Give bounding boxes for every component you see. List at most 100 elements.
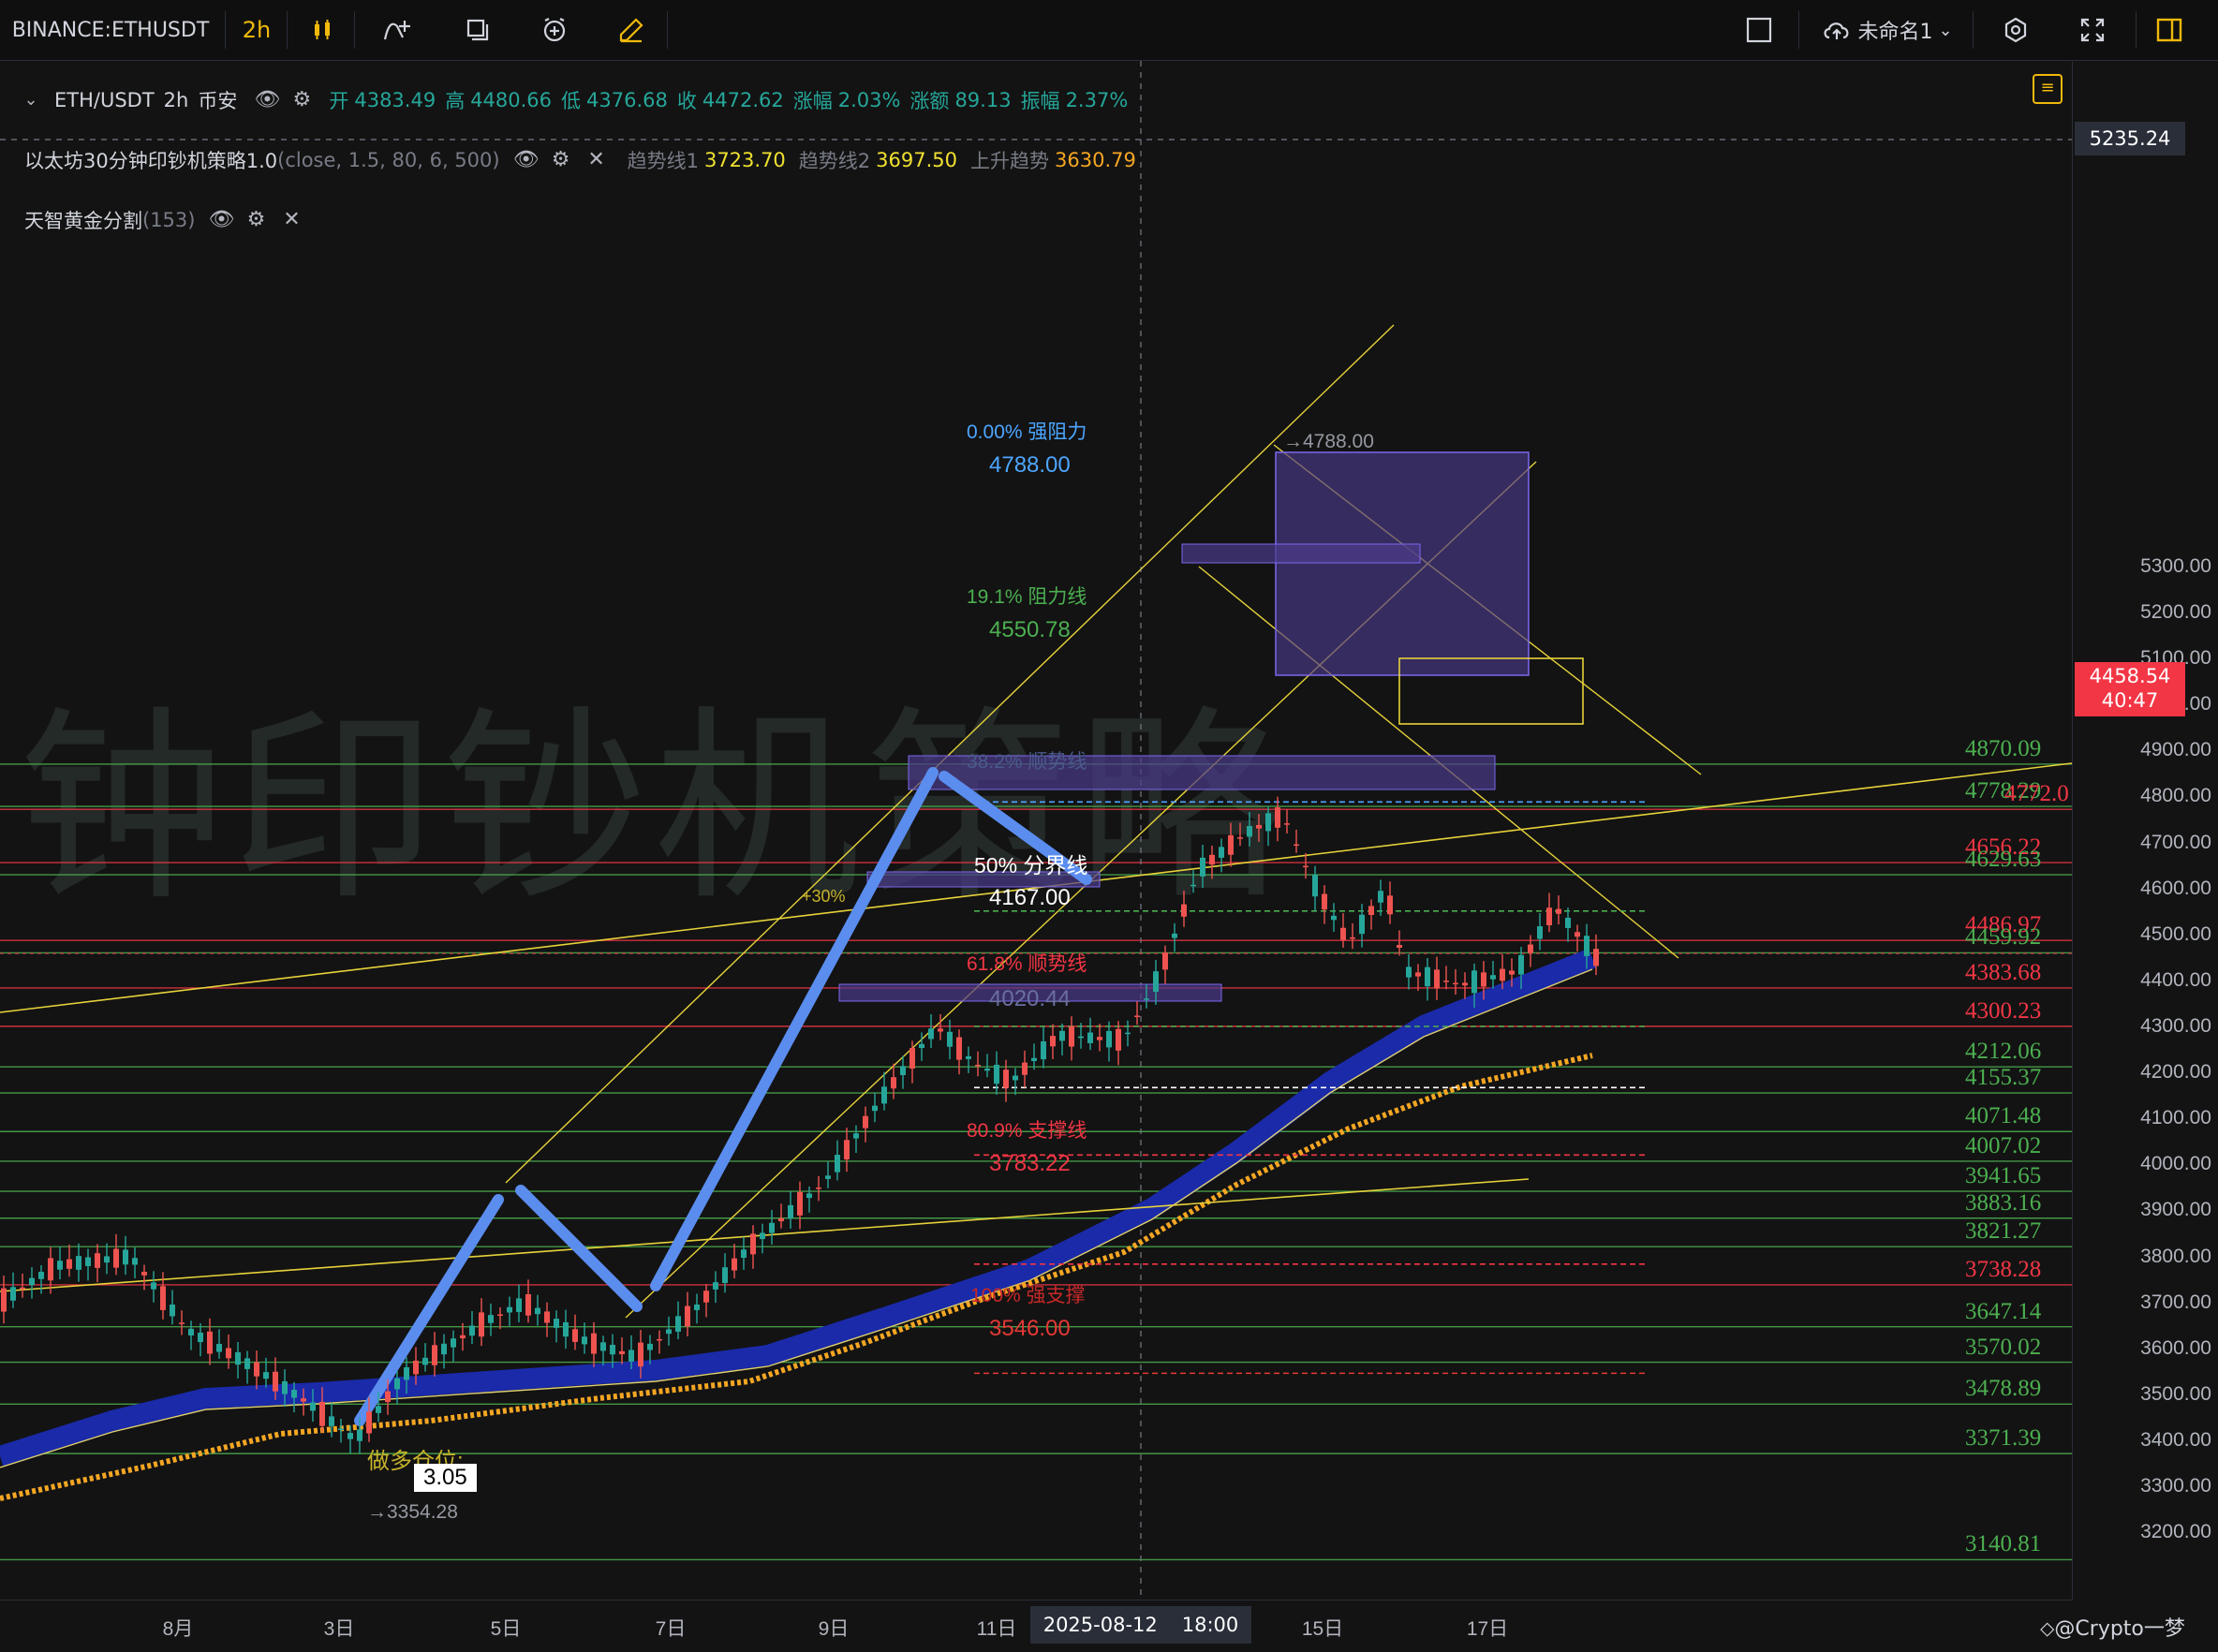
settings-icon[interactable]: ⚙ <box>549 148 573 172</box>
close-icon[interactable]: ✕ <box>279 208 303 232</box>
candle-body <box>141 1272 147 1276</box>
eye-icon[interactable]: 👁 <box>254 88 280 112</box>
candle-body <box>366 1411 372 1434</box>
candle-body <box>975 1064 981 1067</box>
fib-618-label: 61.8% 顺势线 <box>967 953 1087 975</box>
candle-body <box>872 1105 878 1112</box>
compare-icon[interactable] <box>451 0 504 60</box>
candle-body <box>713 1282 718 1290</box>
candle-body <box>1397 945 1402 949</box>
candle-body <box>1153 971 1159 993</box>
level-label: 4459.92 <box>1965 924 2042 951</box>
last-price-value: 4458.54 <box>2089 665 2171 687</box>
time-tick: 15日 <box>1301 1618 1344 1640</box>
indicator2-legend[interactable]: 天智黄金分割 (153) 👁 ⚙ ✕ <box>24 201 309 239</box>
candle-body <box>1116 1028 1121 1051</box>
candle-body <box>1490 975 1496 980</box>
settings-icon[interactable]: ⚙ <box>289 88 314 112</box>
candle-body <box>1471 970 1477 994</box>
chevron-down-icon: ⌄ <box>1938 20 1953 40</box>
indicator1-legend[interactable]: 以太坊30分钟印钞机策略1.0 (close, 1.5, 80, 6, 500)… <box>24 141 1136 179</box>
level-label: 4383.68 <box>1965 959 2042 985</box>
drawing-icon[interactable] <box>605 0 658 60</box>
interval-button[interactable]: 2h <box>230 0 283 60</box>
top-arrow-label: →4788.00 <box>1283 431 1374 452</box>
candle-body <box>160 1286 166 1310</box>
candle-body <box>891 1077 896 1089</box>
chg-pct-value: 2.03% <box>837 89 901 111</box>
candle-body <box>1050 1036 1056 1047</box>
candle-body <box>338 1428 344 1431</box>
settings-icon[interactable]: ⚙ <box>244 208 268 232</box>
candle-body <box>20 1287 25 1290</box>
candle-body <box>1134 1015 1140 1017</box>
candle-body <box>966 1055 971 1059</box>
price-axis[interactable]: 5300.005200.005100.005000.004900.004800.… <box>2072 61 2218 1600</box>
candle-body <box>1 1288 7 1312</box>
candle-body <box>1537 926 1543 939</box>
candle-body <box>1003 1069 1009 1088</box>
rectangle-icon[interactable] <box>1733 0 1785 60</box>
level-label: 3883.16 <box>1965 1189 2042 1216</box>
candle-body <box>938 1028 943 1032</box>
candle-body <box>909 1048 915 1069</box>
price-tick: 4200.00 <box>2140 1061 2211 1084</box>
symbol-search-button[interactable]: BINANCE:ETHUSDT <box>0 0 221 60</box>
candle-body <box>432 1345 437 1365</box>
candle-body <box>1575 932 1580 937</box>
eye-icon[interactable]: 👁 <box>208 208 234 232</box>
candle-body <box>1378 891 1383 903</box>
candle-body <box>1284 823 1290 825</box>
supply-zone <box>1275 451 1530 676</box>
candle-body <box>769 1222 775 1233</box>
candle-body <box>38 1272 44 1279</box>
main-series-legend[interactable]: ⌄ ETH/USDT 2h 币安 👁 ⚙ 开 4383.49 高 4480.66… <box>0 81 1128 119</box>
layout-name-button[interactable]: 未命名1 ⌄ <box>1808 0 1967 60</box>
zone-small <box>1181 543 1421 564</box>
sidebar-toggle-icon[interactable] <box>2143 0 2196 60</box>
candle-body <box>600 1342 606 1351</box>
candle-body <box>357 1429 362 1441</box>
level-label: 4071.48 <box>1965 1103 2042 1129</box>
eye-icon[interactable]: 👁 <box>513 148 540 172</box>
level-label: 3941.65 <box>1965 1163 2042 1189</box>
settings-icon[interactable] <box>1989 0 2042 60</box>
candle-body <box>1462 982 1468 986</box>
chart-drawing <box>0 61 2072 1600</box>
candle-body <box>451 1338 456 1348</box>
alert-icon[interactable] <box>528 0 581 60</box>
price-tick: 3700.00 <box>2140 1291 2211 1313</box>
candle-body <box>198 1333 203 1343</box>
level-label: 3738.28 <box>1965 1256 2042 1282</box>
candle-body <box>1181 904 1187 917</box>
fullscreen-icon[interactable] <box>2066 0 2119 60</box>
candle-body <box>535 1307 540 1315</box>
open-value: 4383.49 <box>354 89 436 111</box>
candle-body <box>554 1319 559 1328</box>
candle-body <box>797 1191 803 1216</box>
candle-body <box>1059 1030 1065 1041</box>
candle-body <box>226 1348 231 1359</box>
candles-icon[interactable] <box>296 0 348 60</box>
close-icon[interactable]: ✕ <box>584 148 609 172</box>
candle-body <box>507 1306 512 1313</box>
candle-body <box>722 1267 728 1283</box>
candle-body <box>628 1350 634 1362</box>
candle-body <box>816 1187 821 1189</box>
trend1-label: 趋势线1 <box>627 150 699 172</box>
indicators-icon[interactable] <box>371 0 423 60</box>
level-label: 4007.02 <box>1965 1132 2042 1158</box>
candle-body <box>1013 1075 1018 1081</box>
price-tick: 4400.00 <box>2140 968 2211 991</box>
object-tree-icon[interactable]: ≡ <box>2033 74 2063 104</box>
candle-body <box>666 1329 672 1335</box>
collapse-chevron-icon[interactable]: ⌄ <box>19 88 43 112</box>
chart-pane[interactable]: 钟印钞机策略 ⌄ ETH/USDT 2h 币安 👁 ⚙ 开 4383.49 高 … <box>0 61 2072 1600</box>
time-axis[interactable]: 8月 3日 5日 7日 9日 11日 15日 17日 2025-08-12 18… <box>0 1600 2185 1652</box>
top-toolbar: BINANCE:ETHUSDT 2h 未命名1 ⌄ <box>0 0 2218 61</box>
candle-body <box>1237 837 1243 839</box>
chg-value: 89.13 <box>954 89 1012 111</box>
candle-body <box>1265 813 1271 832</box>
candle-body <box>95 1253 100 1268</box>
candle-body <box>1331 915 1337 921</box>
